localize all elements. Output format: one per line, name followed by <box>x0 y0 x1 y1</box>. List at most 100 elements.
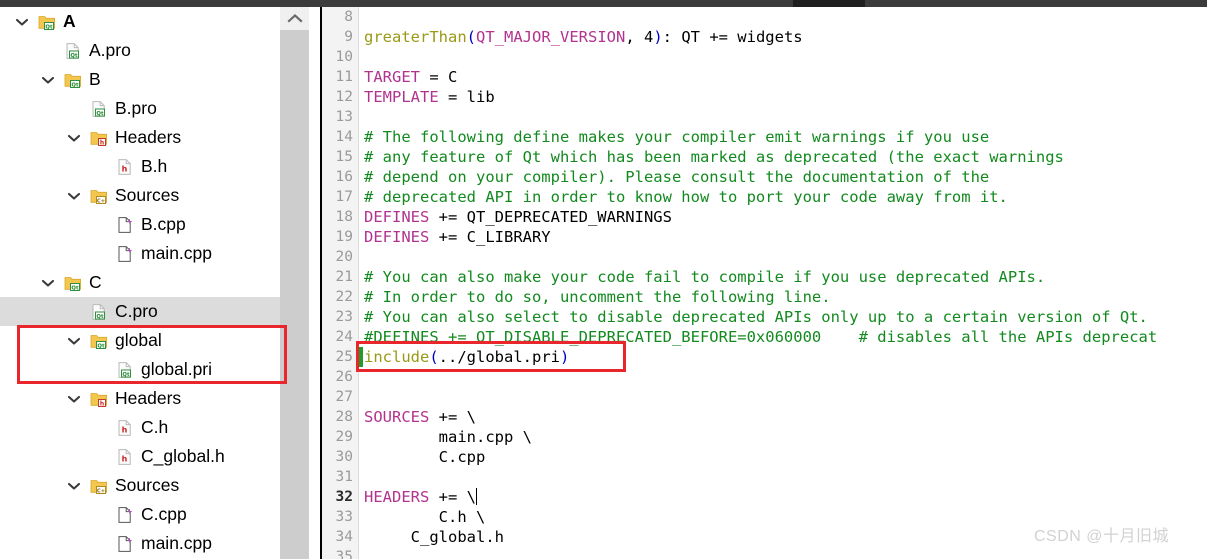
code-line[interactable]: 20 <box>322 247 1207 267</box>
tree-item-b-cpp[interactable]: + B.cpp <box>0 210 309 239</box>
code-token: # You can also select to disable depreca… <box>364 308 1148 326</box>
folder-cpp-icon: C+ <box>90 477 108 495</box>
line-number: 17 <box>335 189 353 205</box>
code-line[interactable]: 13 <box>322 107 1207 127</box>
line-number: 26 <box>335 369 353 385</box>
chevron-down-icon[interactable] <box>66 188 82 204</box>
tree-item-label: B.h <box>141 155 168 176</box>
tree-item-label: Headers <box>115 126 182 147</box>
chevron-down-icon[interactable] <box>40 275 56 291</box>
code-line[interactable]: 14 # The following define makes your comp… <box>322 127 1207 147</box>
tree-item-c-global-h[interactable]: h C_global.h <box>0 442 309 471</box>
code-line[interactable]: 16 # depend on your compiler). Please con… <box>322 167 1207 187</box>
line-number: 23 <box>335 309 353 325</box>
code-line[interactable]: 10 <box>322 47 1207 67</box>
tree-item-sources[interactable]: C+ Sources <box>0 181 309 210</box>
chevron-placeholder <box>92 449 108 465</box>
chevron-placeholder <box>92 362 108 378</box>
tree-item-a-pro[interactable]: Qt A.pro <box>0 36 309 65</box>
chevron-placeholder <box>92 246 108 262</box>
line-number: 19 <box>335 229 353 245</box>
code-line[interactable]: 11 TARGET = C <box>322 67 1207 87</box>
line-number: 15 <box>335 149 353 165</box>
code-line-text: TEMPLATE = lib <box>364 87 495 107</box>
code-line[interactable]: 28 SOURCES += \ <box>322 407 1207 427</box>
code-line[interactable]: 25 include(../global.pri) <box>322 347 1207 367</box>
code-line[interactable]: 35 <box>322 547 1207 559</box>
svg-text:h: h <box>100 400 104 407</box>
code-line-text: # In order to do so, uncomment the follo… <box>364 287 831 307</box>
tree-item-c-cpp[interactable]: + C.cpp <box>0 500 309 529</box>
chevron-down-icon[interactable] <box>66 130 82 146</box>
code-line-text: # deprecated API in order to know how to… <box>364 187 1008 207</box>
chevron-down-icon[interactable] <box>14 14 30 30</box>
code-line[interactable]: 29 main.cpp \ <box>322 427 1207 447</box>
code-line[interactable]: 24 #DEFINES += QT_DISABLE_DEPRECATED_BEFO… <box>322 327 1207 347</box>
window-top-strip-segment <box>793 0 865 7</box>
code-token: += QT_DEPRECATED_WARNINGS <box>429 208 672 226</box>
chevron-down-icon[interactable] <box>40 72 56 88</box>
code-token: C.h \ <box>364 508 486 526</box>
tree-item-b-pro[interactable]: Qt B.pro <box>0 94 309 123</box>
code-line[interactable]: 32 HEADERS += \ <box>322 487 1207 507</box>
code-line[interactable]: 30 C.cpp <box>322 447 1207 467</box>
tree-item-global[interactable]: Qt global <box>0 326 309 355</box>
code-token: main.cpp \ <box>364 428 532 446</box>
line-number: 32 <box>335 489 353 505</box>
code-line[interactable]: 23 # You can also select to disable depre… <box>322 307 1207 327</box>
code-line-text: #DEFINES += QT_DISABLE_DEPRECATED_BEFORE… <box>364 327 1157 347</box>
code-line[interactable]: 18 DEFINES += QT_DEPRECATED_WARNINGS <box>322 207 1207 227</box>
code-line[interactable]: 22 # In order to do so, uncomment the fol… <box>322 287 1207 307</box>
line-number: 13 <box>335 109 353 125</box>
chevron-placeholder <box>40 43 56 59</box>
tree-item-main-cpp[interactable]: + main.cpp <box>0 239 309 268</box>
tree-item-c[interactable]: Qt C <box>0 268 309 297</box>
code-line[interactable]: 21 # You can also make your code fail to … <box>322 267 1207 287</box>
line-number: 8 <box>344 9 353 25</box>
svg-text:Qt: Qt <box>45 24 53 30</box>
chevron-down-icon[interactable] <box>66 478 82 494</box>
tree-item-sources[interactable]: C+ Sources <box>0 471 309 500</box>
tree-item-b[interactable]: Qt B <box>0 65 309 94</box>
code-token: # deprecated API in order to know how to… <box>364 188 1008 206</box>
code-line-text: DEFINES += C_LIBRARY <box>364 227 551 247</box>
scrollbar-thumb[interactable] <box>280 30 309 559</box>
tree-item-b-h[interactable]: h B.h <box>0 152 309 181</box>
tree-item-a[interactable]: Qt A <box>0 7 309 36</box>
code-line[interactable]: 12 TEMPLATE = lib <box>322 87 1207 107</box>
code-editor[interactable]: 8 9 greaterThan(QT_MAJOR_VERSION, 4): QT +… <box>322 7 1207 559</box>
code-line[interactable]: 9 greaterThan(QT_MAJOR_VERSION, 4): QT +=… <box>322 27 1207 47</box>
code-line[interactable]: 15 # any feature of Qt which has been mar… <box>322 147 1207 167</box>
code-line[interactable]: 17 # deprecated API in order to know how … <box>322 187 1207 207</box>
code-line-text: C.cpp <box>364 447 486 467</box>
tree-item-c-h[interactable]: h C.h <box>0 413 309 442</box>
tree-item-headers[interactable]: h Headers <box>0 384 309 413</box>
code-line[interactable]: 8 <box>322 7 1207 27</box>
chevron-down-icon[interactable] <box>66 333 82 349</box>
line-number: 20 <box>335 249 353 265</box>
tree-scrollbar[interactable] <box>280 7 309 559</box>
code-text-area[interactable]: 8 9 greaterThan(QT_MAJOR_VERSION, 4): QT +… <box>322 7 1207 559</box>
code-line[interactable]: 31 <box>322 467 1207 487</box>
tree-item-label: B.pro <box>115 97 157 118</box>
project-tree-pane[interactable]: Qt A Qt A.pro Qt B Qt B.pro h Headers h B.h C+ Source… <box>0 7 309 559</box>
tree-item-label: main.cpp <box>141 242 213 263</box>
tree-item-main-cpp[interactable]: + main.cpp <box>0 529 309 558</box>
tree-item-headers[interactable]: h Headers <box>0 123 309 152</box>
code-token: # depend on your compiler). Please consu… <box>364 168 990 186</box>
code-line[interactable]: 26 <box>322 367 1207 387</box>
file-cpp-icon: + <box>116 245 134 263</box>
file-qt-icon: Qt <box>90 100 108 118</box>
svg-text:+: + <box>127 217 133 225</box>
line-number: 25 <box>335 349 353 365</box>
tree-item-global-pri[interactable]: Qt global.pri <box>0 355 309 384</box>
scroll-up-button[interactable] <box>280 7 309 30</box>
tree-item-c-pro[interactable]: Qt C.pro <box>0 297 309 326</box>
chevron-up-icon <box>286 10 303 28</box>
chevron-down-icon[interactable] <box>66 391 82 407</box>
code-line[interactable]: 19 DEFINES += C_LIBRARY <box>322 227 1207 247</box>
code-token: ) <box>653 28 663 46</box>
code-token: : QT += widgets <box>662 28 803 46</box>
code-token: # In order to do so, uncomment the follo… <box>364 288 831 306</box>
code-line[interactable]: 27 <box>322 387 1207 407</box>
